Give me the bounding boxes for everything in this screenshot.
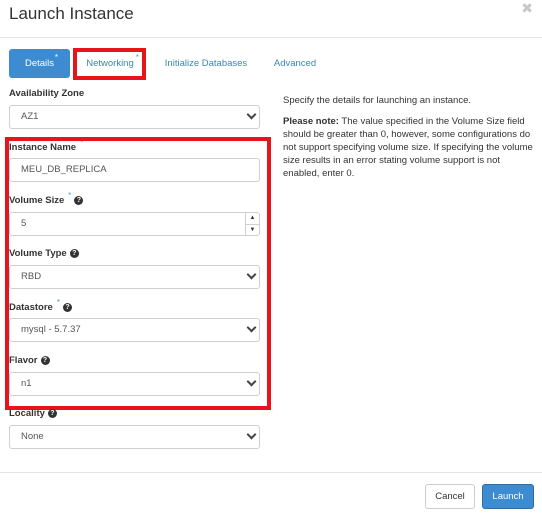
locality-select[interactable]: None	[9, 425, 260, 449]
close-icon[interactable]: ✖	[521, 0, 533, 17]
availability-zone-select[interactable]: AZ1	[9, 105, 260, 129]
tab-advanced[interactable]: Advanced	[265, 49, 325, 78]
tab-advanced-label: Advanced	[273, 58, 317, 69]
help-note: Please note: The value specified in the …	[283, 115, 533, 180]
tab-details[interactable]: Details *	[9, 49, 70, 78]
launch-button[interactable]: Launch	[482, 484, 534, 509]
tab-initialize-databases[interactable]: Initialize Databases	[156, 49, 256, 78]
networking-tab-highlight	[73, 48, 146, 80]
tab-details-label: Details	[24, 58, 55, 69]
availability-zone-label: Availability Zone	[9, 88, 85, 99]
help-intro: Specify the details for launching an ins…	[283, 95, 472, 106]
footer-divider	[0, 472, 542, 473]
form-fields-highlight	[5, 137, 271, 410]
header-divider	[0, 37, 542, 38]
required-indicator: *	[54, 53, 58, 62]
chevron-down-icon	[246, 109, 257, 120]
cancel-button[interactable]: Cancel	[425, 484, 475, 509]
tab-initialize-databases-label: Initialize Databases	[164, 58, 248, 69]
locality-label: Locality?	[9, 408, 57, 419]
help-note-label: Please note:	[283, 116, 339, 127]
chevron-down-icon	[246, 429, 257, 440]
question-circle-icon[interactable]: ?	[47, 408, 57, 418]
dialog-title: Launch Instance	[9, 4, 134, 23]
